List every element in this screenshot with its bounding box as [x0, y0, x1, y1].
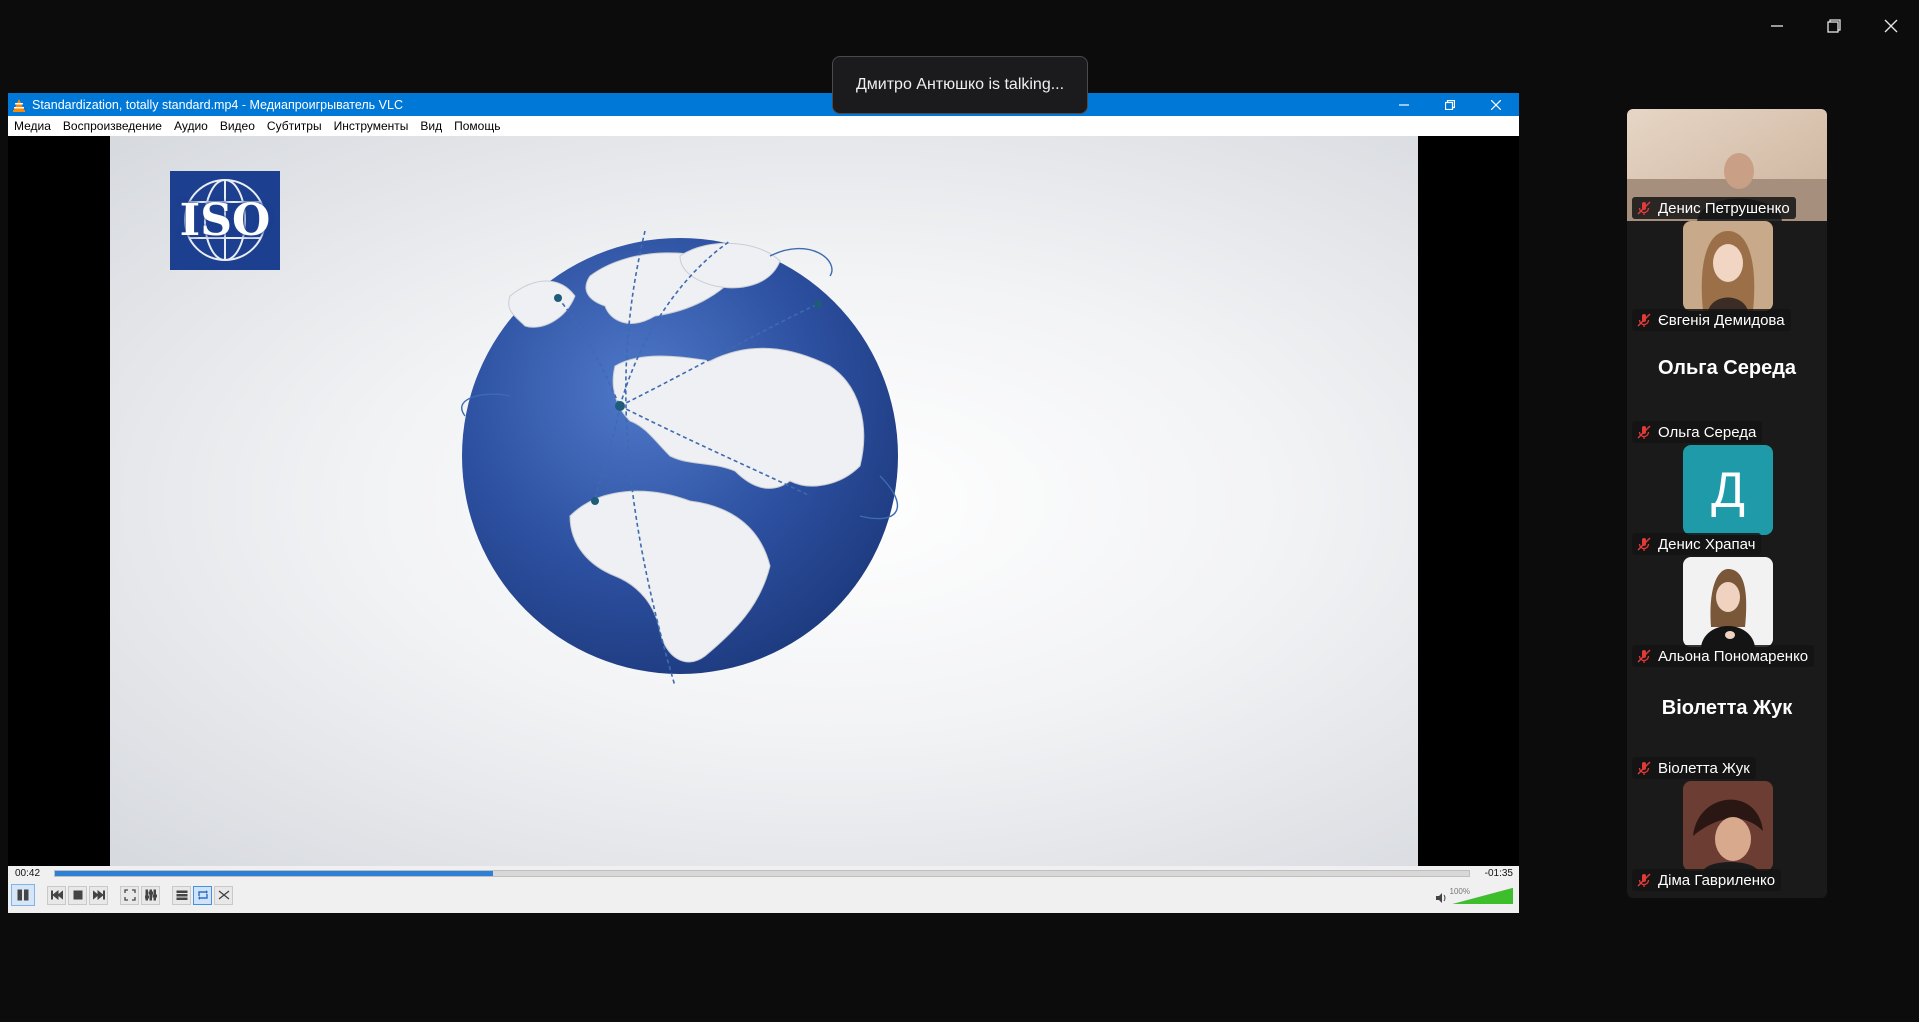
muted-mic-icon — [1637, 425, 1651, 439]
restore-button[interactable] — [1805, 8, 1862, 44]
restore-icon — [1445, 99, 1455, 110]
muted-mic-icon — [1637, 873, 1651, 887]
menu-subtitles[interactable]: Субтитры — [261, 119, 328, 133]
menu-playback[interactable]: Воспроизведение — [57, 119, 168, 133]
seek-bar-fill — [55, 871, 494, 876]
participant-tile[interactable]: Віолетта Жук Віолетта Жук — [1627, 669, 1827, 781]
equalizer-icon — [144, 889, 157, 901]
participant-name-label: Діма Гавриленко — [1632, 869, 1782, 891]
vlc-menubar: Медиа Воспроизведение Аудио Видео Субтит… — [8, 116, 1519, 136]
menu-video[interactable]: Видео — [214, 119, 261, 133]
previous-button[interactable] — [47, 885, 66, 905]
participant-name-label: Ольга Середа — [1632, 421, 1763, 443]
minimize-icon — [1399, 103, 1409, 106]
participant-name-label: Альона Пономаренко — [1632, 645, 1815, 667]
muted-mic-icon — [1637, 761, 1651, 775]
shuffle-button[interactable] — [214, 885, 233, 905]
participant-avatar: Д — [1683, 445, 1773, 535]
video-area[interactable]: ISO — [8, 136, 1519, 866]
stop-button[interactable] — [68, 885, 87, 905]
participant-name: Ольга Середа — [1658, 423, 1757, 441]
participant-name: Денис Петрушенко — [1658, 199, 1790, 217]
vlc-minimize-button[interactable] — [1381, 93, 1427, 116]
close-icon — [1491, 99, 1501, 110]
vlc-restore-button[interactable] — [1427, 93, 1473, 116]
participant-display-name: Ольга Середа — [1657, 357, 1797, 379]
menu-view[interactable]: Вид — [414, 119, 448, 133]
participant-avatar — [1683, 221, 1773, 311]
globe-image — [461, 230, 899, 687]
time-current: 00:42 — [15, 868, 41, 879]
playlist-button[interactable] — [172, 885, 191, 905]
menu-audio[interactable]: Аудио — [168, 119, 214, 133]
participant-name-label: Денис Петрушенко — [1632, 197, 1796, 219]
speaker-icon[interactable] — [1435, 892, 1447, 904]
vlc-controls: 00:42 -01:35 100% — [8, 866, 1519, 913]
extended-settings-button[interactable] — [141, 885, 160, 905]
menu-tools[interactable]: Инструменты — [328, 119, 415, 133]
participant-tile[interactable]: Євгенія Демидова — [1627, 221, 1827, 333]
time-remaining: -01:35 — [1484, 868, 1513, 879]
vlc-window: Standardization, totally standard.mp4 - … — [8, 93, 1519, 913]
restore-icon — [1826, 19, 1841, 33]
muted-mic-icon — [1637, 201, 1651, 215]
control-buttons — [11, 883, 235, 907]
stop-icon — [73, 890, 82, 900]
vlc-cone-icon — [13, 98, 25, 112]
fullscreen-button[interactable] — [120, 885, 139, 905]
menu-help[interactable]: Помощь — [448, 119, 506, 133]
skip-back-icon — [50, 890, 63, 900]
participant-tile[interactable]: Альона Пономаренко — [1627, 557, 1827, 669]
shuffle-icon — [218, 890, 229, 900]
iso-logo: ISO — [170, 171, 280, 270]
vlc-titlebar[interactable]: Standardization, totally standard.mp4 - … — [8, 93, 1519, 116]
seek-bar[interactable] — [54, 870, 1470, 877]
minimize-icon — [1770, 25, 1783, 27]
participant-name: Євгенія Демидова — [1658, 311, 1785, 329]
participant-avatar — [1683, 781, 1773, 871]
minimize-button[interactable] — [1748, 8, 1805, 44]
close-icon — [1884, 19, 1897, 33]
participant-name: Діма Гавриленко — [1658, 871, 1776, 889]
volume-slider[interactable] — [1453, 888, 1513, 904]
participant-tile[interactable]: Д Денис Храпач — [1627, 445, 1827, 557]
talking-text: Дмитро Антюшко is talking... — [855, 76, 1065, 93]
muted-mic-icon — [1637, 537, 1651, 551]
vlc-title: Standardization, totally standard.mp4 - … — [32, 97, 403, 112]
talking-notification: Дмитро Антюшко is talking... — [832, 56, 1088, 114]
close-button[interactable] — [1862, 8, 1919, 44]
pause-button[interactable] — [11, 884, 35, 906]
participant-tile[interactable]: Денис Петрушенко — [1627, 109, 1827, 221]
participant-name-label: Євгенія Демидова — [1632, 309, 1791, 331]
next-button[interactable] — [89, 885, 108, 905]
volume-control[interactable]: 100% — [1435, 886, 1515, 906]
participant-display-name: Віолетта Жук — [1661, 697, 1793, 719]
vlc-close-button[interactable] — [1473, 93, 1519, 116]
participant-name: Віолетта Жук — [1658, 759, 1750, 777]
participants-panel: Денис Петрушенко Євгенія Демидова Ольга … — [1627, 109, 1827, 898]
muted-mic-icon — [1637, 313, 1651, 327]
muted-mic-icon — [1637, 649, 1651, 663]
pause-icon — [17, 889, 29, 901]
fullscreen-icon — [123, 889, 136, 901]
loop-icon — [197, 890, 208, 900]
participant-name: Денис Храпач — [1658, 535, 1756, 553]
time-row: 00:42 -01:35 — [8, 866, 1519, 880]
participant-tile[interactable]: Ольга Середа Ольга Середа — [1627, 333, 1827, 445]
participant-avatar — [1683, 557, 1773, 647]
skip-forward-icon — [92, 890, 105, 900]
playlist-icon — [176, 890, 187, 900]
participant-name: Альона Пономаренко — [1658, 647, 1809, 665]
participant-name-label: Віолетта Жук — [1632, 757, 1756, 779]
loop-button[interactable] — [193, 885, 212, 905]
participant-name-label: Денис Храпач — [1632, 533, 1762, 555]
menu-media[interactable]: Медиа — [8, 119, 57, 133]
participant-tile[interactable]: Діма Гавриленко — [1627, 781, 1827, 893]
video-frame: ISO — [110, 136, 1418, 866]
iso-logo-text: ISO — [179, 195, 271, 246]
window-controls — [1748, 8, 1919, 44]
